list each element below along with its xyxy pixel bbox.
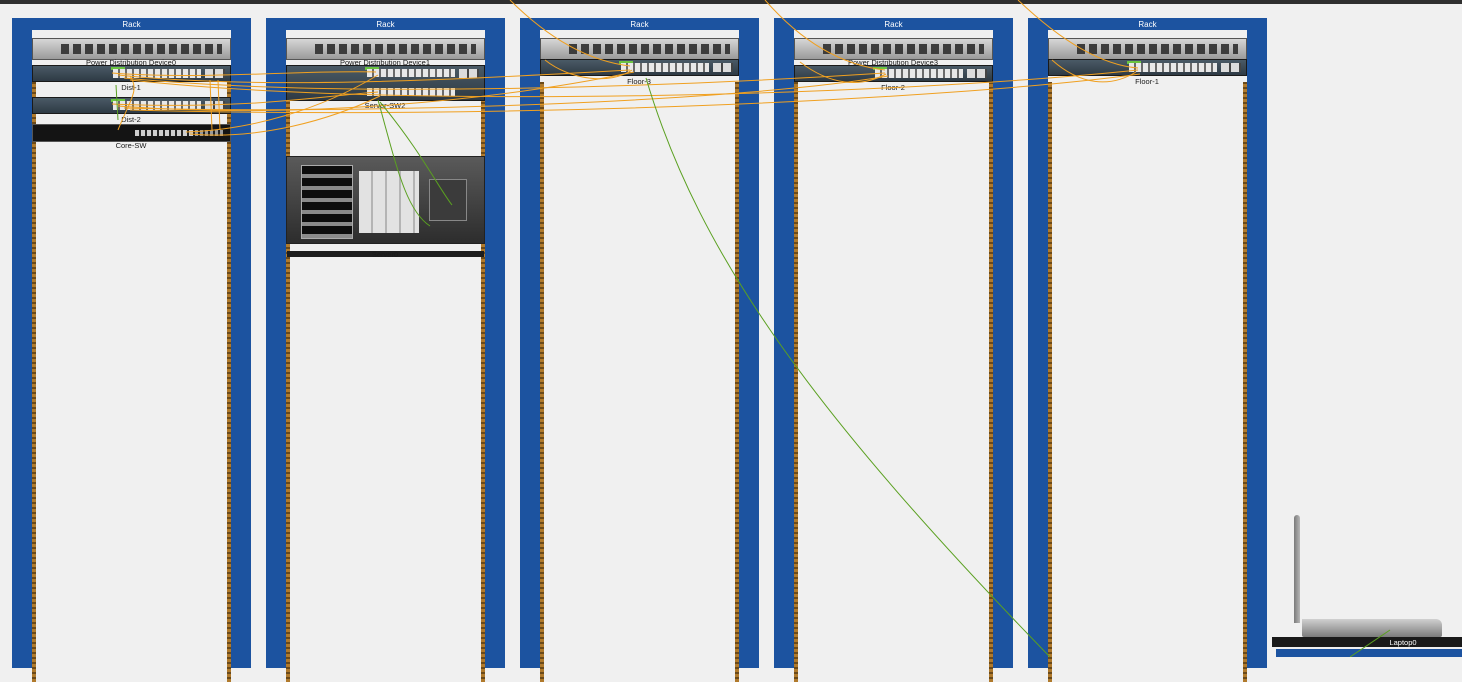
rack-label: Rack [520,18,759,30]
rack-post [739,18,759,668]
switch-ports [1129,63,1217,72]
power-distribution-device[interactable] [32,38,231,60]
rack-post [12,18,32,668]
server-chassis[interactable] [286,156,485,257]
switch-ports [367,69,455,77]
outlet-strip [315,44,476,54]
outlet-strip [569,44,730,54]
rack-rail [735,82,739,682]
rack-rail [227,82,231,682]
switch-ports [113,101,201,110]
uplink-ports [205,69,225,78]
rack-rail [989,82,993,682]
switch-ports [875,69,963,78]
device-label-floor-1: Floor-1 [1135,77,1159,86]
switch-floor-3[interactable] [540,59,739,76]
rack-post [520,18,540,668]
rack-interior [544,30,735,670]
rack-post [485,18,505,668]
switch-floor-1[interactable] [1048,59,1247,76]
switch-floor-2[interactable] [794,65,993,82]
rack-2[interactable]: Rack Power Distribution Device1 Server-S… [266,18,505,682]
device-label-server0: Server0 [371,250,399,259]
rack-post [266,18,286,668]
uplink-ports [205,101,225,110]
device-label-floor-2: Floor-2 [881,83,905,92]
rack-interior [1052,30,1243,670]
rack-3[interactable]: Rack Floor-3 [520,18,759,682]
server-blades [359,171,419,233]
top-toolbar-edge [0,0,1462,4]
uplink-ports [459,69,479,78]
device-label-core-sw: Core-SW [115,141,147,150]
rack-label: Rack [266,18,505,30]
rack-interior [798,30,989,670]
outlet-strip [1077,44,1238,54]
laptop-screen [1294,515,1300,623]
device-label-server-sw2: Server-SW2 [364,101,406,110]
rack-label: Rack [12,18,251,30]
rack-rail [794,82,798,682]
switch-ports [621,63,709,72]
switch-server-sw2[interactable] [286,65,485,101]
fiber-ports [195,130,223,136]
device-label-laptop0: Laptop0 [1389,638,1417,647]
rack-interior [290,30,481,670]
switch-ports [135,130,195,136]
rack-label: Rack [1028,18,1267,30]
rack-post [1028,18,1048,668]
rack-1[interactable]: Rack Power Distribution Device0 Dist-1 D… [12,18,251,682]
switch-dist-1[interactable] [32,65,231,82]
power-distribution-device[interactable] [794,38,993,60]
power-distribution-device[interactable] [286,38,485,60]
switch-ports [367,88,455,96]
power-supply [429,179,467,221]
power-distribution-device[interactable] [540,38,739,60]
rack-rail [32,82,36,682]
device-label-dist-1: Dist-1 [121,83,141,92]
outlet-strip [823,44,984,54]
rack-5[interactable]: Rack Floor-1 [1028,18,1267,682]
rack-4[interactable]: Rack Power Distribution Device3 Floor-2 [774,18,1013,682]
device-label-dist-2: Dist-2 [121,115,141,124]
laptop-shelf [1272,637,1462,647]
rack-post [993,18,1013,668]
rack-post [1247,18,1267,668]
rack-post-edge [1276,649,1462,657]
laptop-base [1302,619,1442,637]
rack-rail [1243,82,1247,682]
outlet-strip [61,44,222,54]
rack-post [231,18,251,668]
uplink-ports [713,63,733,72]
rack-label: Rack [774,18,1013,30]
laptop-device[interactable]: Laptop0 [1272,515,1462,657]
uplink-ports [1221,63,1241,72]
rack-rail [540,82,544,682]
switch-ports [113,69,201,78]
device-label-floor-3: Floor-3 [627,77,651,86]
switch-dist-2[interactable] [32,97,231,114]
rack-post [774,18,794,668]
uplink-ports [967,69,987,78]
drive-bays [301,165,353,239]
switch-core[interactable] [32,124,231,142]
power-distribution-device[interactable] [1048,38,1247,60]
rack-rail [1048,82,1052,682]
